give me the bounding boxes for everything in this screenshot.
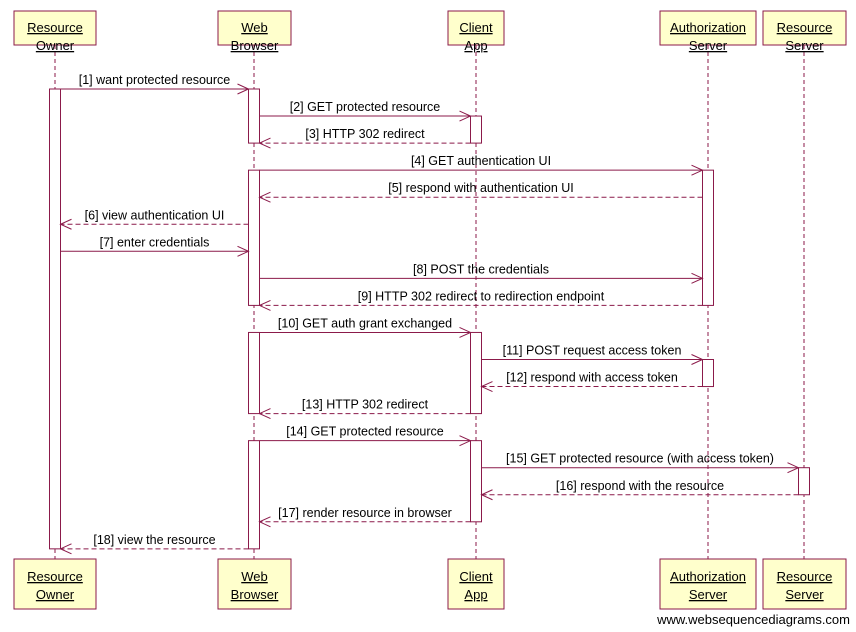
activation-bar [702, 359, 714, 388]
activation-bar [248, 88, 260, 144]
message-label: [18] view the resource [93, 533, 215, 547]
message-label: [3] HTTP 302 redirect [305, 127, 425, 141]
participant-label: Owner [36, 587, 75, 602]
participant-label: App [464, 587, 487, 602]
participant-label: Browser [231, 587, 279, 602]
participant-label: Owner [36, 38, 75, 53]
participant-label: Server [785, 587, 824, 602]
participant-label: Client [459, 20, 493, 35]
activation-bar [798, 467, 810, 496]
message-label: [16] respond with the resource [556, 479, 724, 493]
activation-bar [470, 115, 482, 144]
message-label: [1] want protected resource [79, 73, 231, 87]
message-label: [13] HTTP 302 redirect [302, 398, 429, 412]
participant-label: Authorization [670, 20, 746, 35]
message-label: [11] POST request access token [503, 344, 682, 358]
message-label: [12] respond with access token [506, 371, 678, 385]
participant-label: Authorization [670, 569, 746, 584]
participant-label: Client [459, 569, 493, 584]
sequence-diagram: Resource Owner Resource Owner Web Browser Web B… [0, 0, 856, 632]
participant-label: Web [241, 20, 268, 35]
activation-bar [49, 88, 61, 550]
participant-label: Browser [231, 38, 279, 53]
participant-label: Web [241, 569, 268, 584]
activation-bar [702, 169, 714, 306]
message-label: [17] render resource in browser [278, 506, 452, 520]
message-label: [8] POST the credentials [413, 262, 549, 276]
activation-bar [470, 331, 482, 415]
participant-label: Server [689, 587, 728, 602]
participant-label: Server [785, 38, 824, 53]
participant-label: Resource [27, 569, 83, 584]
diagram-canvas: Resource Owner Resource Owner Web Browser Web B… [13, 10, 847, 610]
message-label: [14] GET protected resource [286, 425, 444, 439]
message-label: [7] enter credentials [100, 235, 210, 249]
message-label: [6] view authentication UI [85, 208, 225, 222]
participant-label: App [464, 38, 487, 53]
participant-label: Resource [27, 20, 83, 35]
activation-bar [248, 440, 260, 550]
message-label: [10] GET auth grant exchanged [278, 316, 452, 330]
message-label: [15] GET protected resource (with access… [506, 452, 774, 466]
message-label: [2] GET protected resource [290, 100, 441, 114]
message-label: [9] HTTP 302 redirect to redirection end… [358, 289, 605, 303]
watermark: www.websequencediagrams.com [657, 612, 850, 627]
message-label: [5] respond with authentication UI [388, 181, 574, 195]
participant-label: Server [689, 38, 728, 53]
activation-bar [248, 169, 260, 306]
participant-label: Resource [777, 20, 833, 35]
activation-bar [248, 331, 260, 415]
participant-label: Resource [777, 569, 833, 584]
activation-bar [470, 440, 482, 523]
message-label: [4] GET authentication UI [411, 154, 551, 168]
